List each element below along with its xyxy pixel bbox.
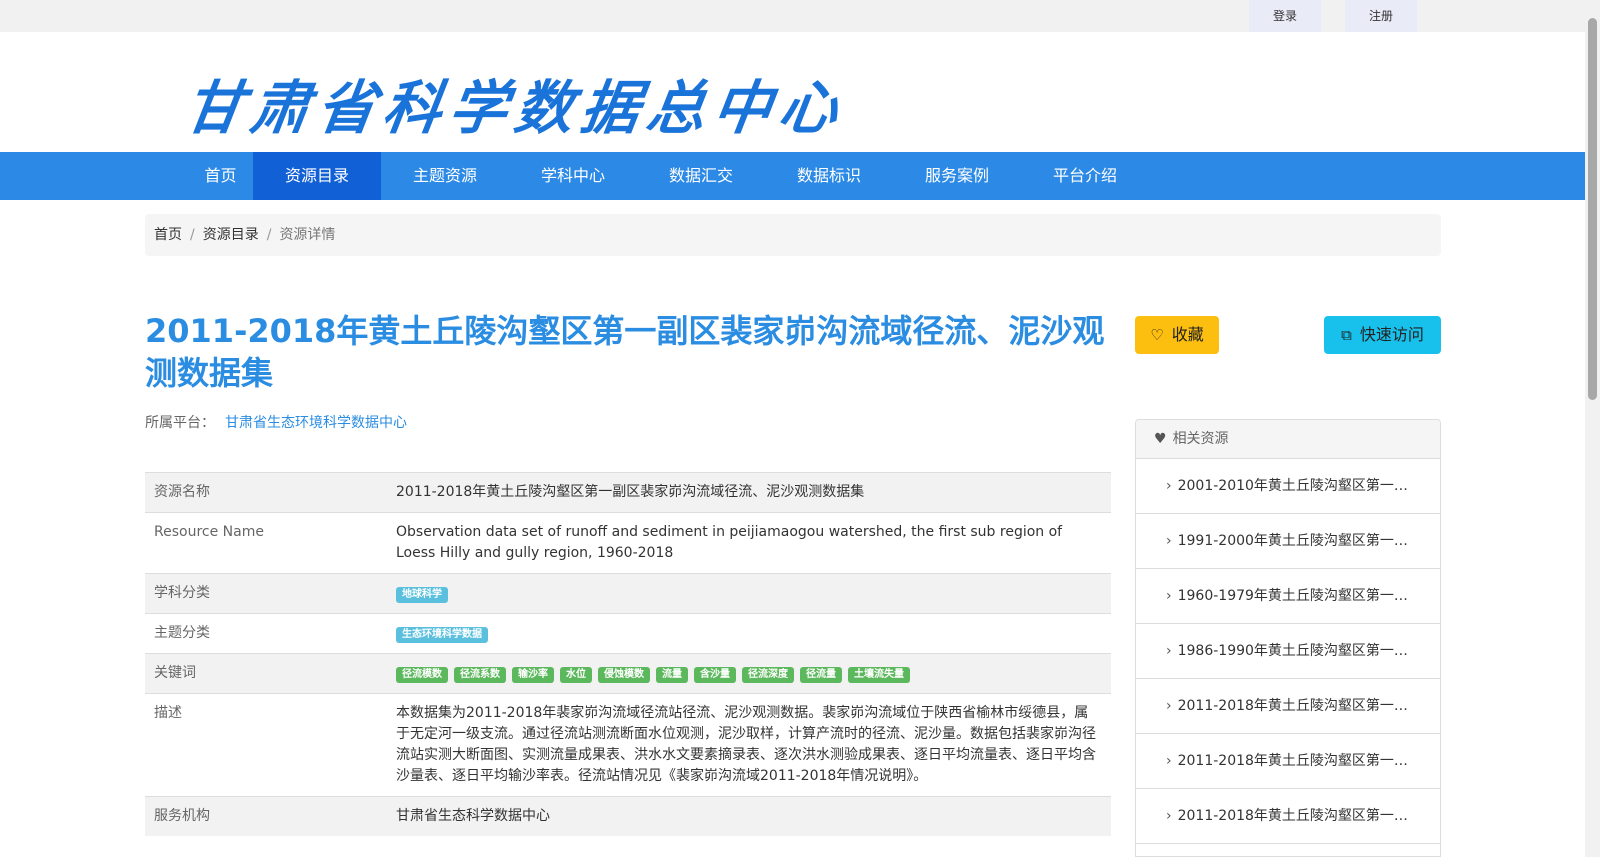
platform-label: 所属平台： (145, 415, 215, 431)
table-row: 描述 本数据集为2011-2018年裴家峁沟流域径流站径流、泥沙观测数据。裴家峁… (145, 693, 1111, 797)
breadcrumb-home[interactable]: 首页 (154, 227, 182, 243)
resource-name-en-value: Observation data set of runoff and sedim… (387, 512, 1111, 574)
table-row: 学科分类 地球科学 (145, 573, 1111, 614)
table-row: Resource Name Observation data set of ru… (145, 512, 1111, 574)
nav-item-cases[interactable]: 服务案例 (893, 152, 1021, 200)
related-item[interactable]: › 1960-1979年黄土丘陵沟壑区第一… (1136, 569, 1440, 624)
chevron-right-icon: › (1166, 533, 1172, 549)
related-item[interactable]: › 2001-2010年黄土丘陵沟壑区第一… (1136, 459, 1440, 514)
related-item[interactable]: › 2011-2018年黄土丘陵沟壑区第一… (1136, 789, 1440, 844)
keyword-badge[interactable]: 含沙量 (694, 667, 736, 683)
nav-item-about[interactable]: 平台介绍 (1021, 152, 1149, 200)
keyword-badge[interactable]: 径流深度 (742, 667, 794, 683)
related-item-label: 1960-1979年黄土丘陵沟壑区第一… (1177, 588, 1408, 604)
site-header: 甘肃省科学数据总中心 (0, 32, 1585, 152)
subject-value: 地球科学 (387, 573, 1111, 614)
platform-line: 所属平台： 甘肃省生态环境科学数据中心 (145, 412, 407, 432)
chevron-right-icon: › (1166, 808, 1172, 824)
chevron-right-icon: › (1166, 753, 1172, 769)
row-label: Resource Name (145, 512, 387, 574)
heart-icon: ♥ (1154, 431, 1167, 447)
nav-item-disciplines[interactable]: 学科中心 (509, 152, 637, 200)
related-item[interactable]: › 1991-2000年黄土丘陵沟壑区第一… (1136, 514, 1440, 569)
quick-access-button[interactable]: ⧉ 快速访问 (1324, 316, 1441, 354)
nav-item-themes[interactable]: 主题资源 (381, 152, 509, 200)
breadcrumb-separator: / (266, 227, 272, 243)
related-resources-panel: ♥ 相关资源 › 2001-2010年黄土丘陵沟壑区第一… › 1991-2000年黄… (1135, 419, 1441, 857)
nav-item-submission[interactable]: 数据汇交 (637, 152, 765, 200)
page-scrollbar[interactable] (1585, 0, 1600, 857)
quick-access-label: 快速访问 (1359, 325, 1424, 344)
favorite-button[interactable]: ♡ 收藏 (1135, 316, 1219, 354)
page-title: 2011-2018年黄土丘陵沟壑区第一副区裴家峁沟流域径流、泥沙观测数据集 (145, 312, 1105, 392)
favorite-label: 收藏 (1171, 325, 1204, 344)
related-item[interactable]: › 2011-2018年黄土丘陵沟壑区第一… (1136, 734, 1440, 789)
keyword-badge[interactable]: 水位 (560, 667, 592, 683)
chevron-right-icon: › (1166, 588, 1172, 604)
table-row: 主题分类 生态环境科学数据 (145, 613, 1111, 654)
subject-badge[interactable]: 地球科学 (396, 587, 448, 603)
nav-item-catalog[interactable]: 资源目录 (253, 152, 381, 200)
theme-value: 生态环境科学数据 (387, 613, 1111, 654)
site-logo[interactable]: 甘肃省科学数据总中心 (180, 61, 852, 145)
row-label: 关键词 (145, 653, 387, 694)
scrollbar-thumb[interactable] (1588, 18, 1597, 400)
breadcrumb-catalog[interactable]: 资源目录 (203, 227, 259, 243)
chevron-right-icon: › (1166, 698, 1172, 714)
heart-icon: ♡ (1150, 326, 1164, 344)
top-bar: 登录 注册 (0, 0, 1585, 32)
table-row: 服务机构 甘肃省生态科学数据中心 (145, 796, 1111, 836)
breadcrumb-current: 资源详情 (279, 227, 336, 243)
table-row: 资源名称 2011-2018年黄土丘陵沟壑区第一副区裴家峁沟流域径流、泥沙观测数… (145, 472, 1111, 513)
related-resources-title: 相关资源 (1172, 431, 1229, 447)
table-row: 关键词 径流模数 径流系数 输沙率 水位 侵蚀模数 流量 含沙量 径流深度 径流量 土壤流失量 (145, 653, 1111, 694)
related-item-label: 2011-2018年黄土丘陵沟壑区第一… (1177, 753, 1408, 769)
related-item-label: 2001-2010年黄土丘陵沟壑区第一… (1177, 478, 1408, 494)
keyword-badge[interactable]: 侵蚀模数 (598, 667, 650, 683)
related-item-label: 2011-2018年黄土丘陵沟壑区第一… (1177, 698, 1408, 714)
keywords-value: 径流模数 径流系数 输沙率 水位 侵蚀模数 流量 含沙量 径流深度 径流量 土壤流失量 (387, 653, 1111, 694)
related-item-label: 1991-2000年黄土丘陵沟壑区第一… (1177, 533, 1408, 549)
related-item-label: 2011-2018年黄土丘陵沟壑区第一… (1177, 808, 1408, 824)
row-label: 服务机构 (145, 796, 387, 836)
resource-name-value: 2011-2018年黄土丘陵沟壑区第一副区裴家峁沟流域径流、泥沙观测数据集 (387, 472, 1111, 513)
keyword-badge[interactable]: 径流量 (800, 667, 842, 683)
service-value: 甘肃省生态科学数据中心 (387, 796, 1111, 836)
description-value: 本数据集为2011-2018年裴家峁沟流域径流站径流、泥沙观测数据。裴家峁沟流域… (387, 693, 1111, 797)
row-label: 主题分类 (145, 613, 387, 654)
keyword-badge[interactable]: 径流系数 (454, 667, 506, 683)
keyword-badge[interactable]: 土壤流失量 (848, 667, 910, 683)
related-resources-header: ♥ 相关资源 (1136, 420, 1440, 459)
keyword-badge[interactable]: 流量 (656, 667, 688, 683)
keyword-badge[interactable]: 径流模数 (396, 667, 448, 683)
metadata-table: 资源名称 2011-2018年黄土丘陵沟壑区第一副区裴家峁沟流域径流、泥沙观测数… (145, 472, 1111, 836)
keyword-badge[interactable]: 输沙率 (512, 667, 554, 683)
main-nav: 首页 资源目录 主题资源 学科中心 数据汇交 数据标识 服务案例 平台介绍 (0, 152, 1585, 200)
nav-item-identifiers[interactable]: 数据标识 (765, 152, 893, 200)
row-label: 学科分类 (145, 573, 387, 614)
row-label: 描述 (145, 693, 387, 797)
platform-link[interactable]: 甘肃省生态环境科学数据中心 (225, 415, 407, 431)
chevron-right-icon: › (1166, 643, 1172, 659)
external-link-icon: ⧉ (1341, 326, 1352, 344)
theme-badge[interactable]: 生态环境科学数据 (396, 627, 488, 643)
row-label: 资源名称 (145, 472, 387, 513)
chevron-right-icon: › (1166, 478, 1172, 494)
login-button[interactable]: 登录 (1249, 0, 1321, 32)
breadcrumb: 首页 / 资源目录 / 资源详情 (145, 214, 1441, 256)
related-item-label: 1986-1990年黄土丘陵沟壑区第一… (1177, 643, 1408, 659)
related-item[interactable]: › 1986-1990年黄土丘陵沟壑区第一… (1136, 624, 1440, 679)
breadcrumb-separator: / (190, 227, 195, 243)
register-button[interactable]: 注册 (1345, 0, 1417, 32)
related-item[interactable]: › 2011-2018年黄土丘陵沟壑区第一… (1136, 679, 1440, 734)
